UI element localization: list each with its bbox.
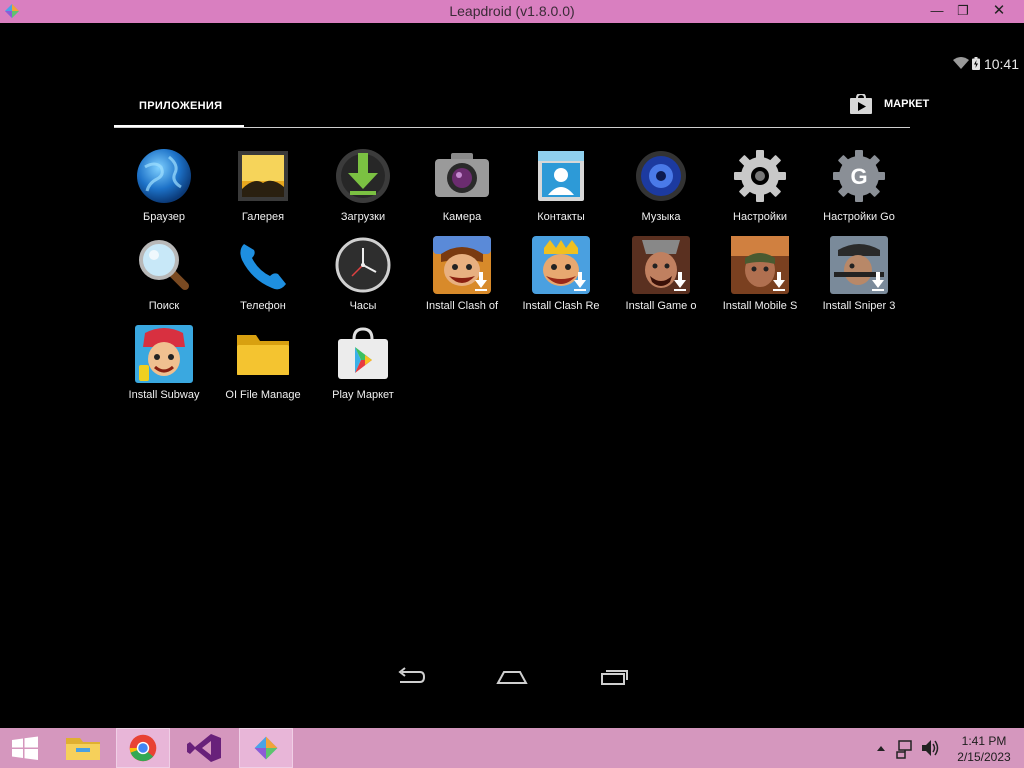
app-label: Install Subway — [128, 389, 200, 401]
app-label: Телефон — [240, 300, 286, 312]
file-explorer-icon[interactable] — [56, 728, 110, 768]
clock-icon — [335, 237, 391, 293]
windows-taskbar: 1:41 PM 2/15/2023 — [0, 728, 1024, 768]
app-phone[interactable]: Телефон — [214, 236, 312, 322]
search-magnifier-icon — [139, 240, 189, 290]
window-title: Leapdroid (v1.8.0.0) — [449, 3, 575, 19]
app-label: Поиск — [148, 300, 180, 312]
app-label: Настройки Go — [823, 211, 895, 223]
contacts-icon — [538, 151, 584, 201]
app-install-mobile-strike[interactable]: Install Mobile S — [711, 236, 809, 322]
window-titlebar: Leapdroid (v1.8.0.0) — ❐ ✕ — [0, 0, 1024, 23]
app-clock[interactable]: Часы — [314, 236, 412, 322]
game-of-war-icon — [632, 236, 690, 294]
app-google-settings[interactable]: G Настройки Go — [810, 147, 908, 233]
app-label: Контакты — [537, 211, 585, 223]
camera-icon — [435, 153, 489, 197]
app-label: Музыка — [641, 211, 681, 223]
svg-text:G: G — [850, 164, 867, 189]
app-downloads[interactable]: Загрузки — [314, 147, 412, 233]
app-label: Install Mobile S — [722, 300, 798, 312]
clash-royale-icon — [532, 236, 590, 294]
app-label: Загрузки — [340, 211, 386, 223]
wifi-icon — [953, 57, 969, 69]
home-icon[interactable] — [496, 663, 528, 689]
app-label: Install Clash Re — [522, 300, 600, 312]
app-camera[interactable]: Камера — [413, 147, 511, 233]
leapdroid-taskbar-icon[interactable] — [239, 728, 293, 768]
market-bag-icon — [850, 94, 872, 114]
tab-apps[interactable]: ПРИЛОЖЕНИЯ — [139, 100, 222, 112]
subway-surfers-icon — [135, 325, 193, 383]
mobile-strike-icon — [731, 236, 789, 294]
status-bar: 10:41 — [944, 55, 1024, 73]
phone-icon — [240, 244, 286, 290]
sniper-3d-icon — [830, 236, 888, 294]
app-oi-file-manager[interactable]: OI File Manage — [214, 325, 312, 411]
launcher-tabs: ПРИЛОЖЕНИЯ МАРКЕТ — [114, 94, 929, 130]
volume-icon[interactable] — [920, 728, 940, 768]
app-label: OI File Manage — [225, 389, 301, 401]
show-hidden-icons-icon[interactable] — [874, 728, 888, 768]
app-label: Install Game o — [625, 300, 697, 312]
app-install-subway-surfers[interactable]: Install Subway — [115, 325, 213, 411]
taskbar-date: 2/15/2023 — [957, 750, 1011, 764]
windows-start-icon[interactable] — [0, 728, 54, 768]
app-install-sniper-3d[interactable]: Install Sniper 3 — [810, 236, 908, 322]
browser-globe-icon — [137, 149, 191, 203]
app-install-clash-of-clans[interactable]: Install Clash of — [413, 236, 511, 322]
downloads-icon — [336, 149, 390, 203]
app-label: Часы — [349, 300, 377, 312]
back-icon[interactable] — [394, 663, 426, 689]
app-label: Install Sniper 3 — [822, 300, 896, 312]
app-label: Галерея — [241, 211, 285, 223]
battery-icon — [972, 57, 980, 70]
android-navbar — [0, 663, 1024, 693]
status-clock: 10:41 — [983, 56, 1019, 72]
settings-gear-icon — [734, 150, 786, 202]
app-install-game-of-war[interactable]: Install Game o — [612, 236, 710, 322]
app-label: Настройки — [733, 211, 787, 223]
app-install-clash-royale[interactable]: Install Clash Re — [512, 236, 610, 322]
app-music[interactable]: Музыка — [612, 147, 710, 233]
close-button[interactable]: ✕ — [984, 0, 1014, 23]
app-label: Play Маркет — [332, 389, 394, 401]
maximize-button[interactable]: ❐ — [948, 0, 978, 23]
taskbar-clock[interactable]: 1:41 PM 2/15/2023 — [944, 733, 1024, 765]
folder-icon — [237, 335, 289, 375]
visual-studio-icon[interactable] — [178, 728, 232, 768]
recent-apps-icon[interactable] — [599, 663, 631, 689]
clash-of-clans-icon — [433, 236, 491, 294]
taskbar-time: 1:41 PM — [961, 734, 1007, 748]
play-store-icon — [338, 327, 388, 379]
app-settings[interactable]: Настройки — [711, 147, 809, 233]
app-label: Камера — [442, 211, 482, 223]
tabs-divider — [114, 127, 910, 128]
gallery-icon — [238, 151, 288, 201]
android-screen: 10:41 ПРИЛОЖЕНИЯ МАРКЕТ Браузер Галерея … — [0, 23, 1024, 728]
app-browser[interactable]: Браузер — [115, 147, 213, 233]
app-label: Браузер — [143, 211, 185, 223]
network-icon[interactable] — [896, 728, 916, 768]
app-play-market[interactable]: Play Маркет — [314, 325, 412, 411]
app-gallery[interactable]: Галерея — [214, 147, 312, 233]
google-settings-icon: G — [833, 150, 885, 202]
market-label: МАРКЕТ — [884, 98, 930, 110]
app-contacts[interactable]: Контакты — [512, 147, 610, 233]
app-label: Install Clash of — [425, 300, 499, 312]
music-icon — [636, 151, 686, 201]
chrome-icon[interactable] — [116, 728, 170, 768]
app-search[interactable]: Поиск — [115, 236, 213, 322]
